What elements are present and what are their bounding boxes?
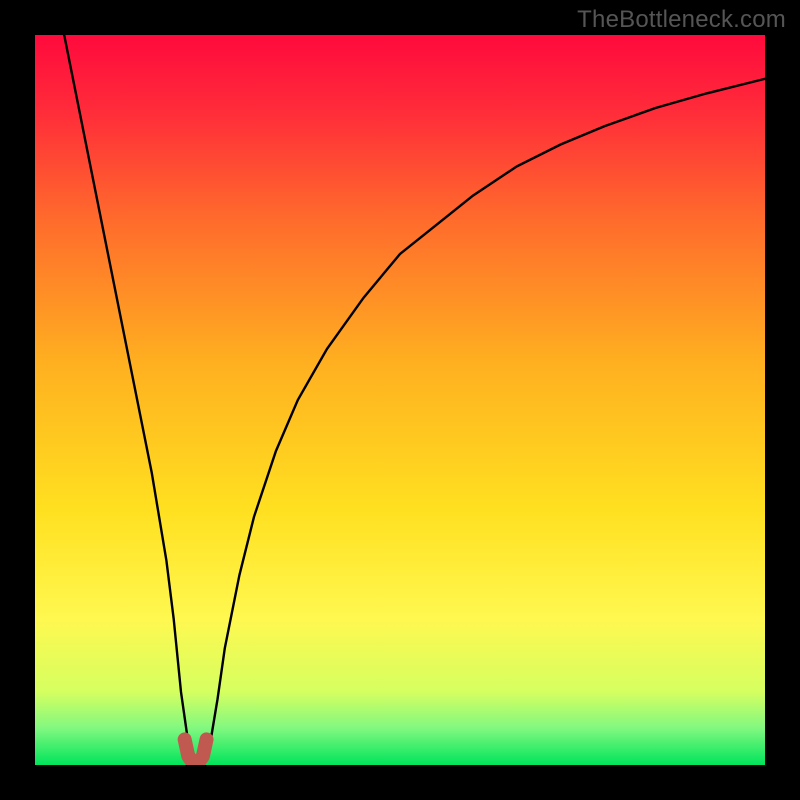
- chart-frame: TheBottleneck.com: [0, 0, 800, 800]
- plot-area: [35, 35, 765, 765]
- watermark-text: TheBottleneck.com: [577, 6, 786, 34]
- chart-svg: [35, 35, 765, 765]
- gradient-background: [35, 35, 765, 765]
